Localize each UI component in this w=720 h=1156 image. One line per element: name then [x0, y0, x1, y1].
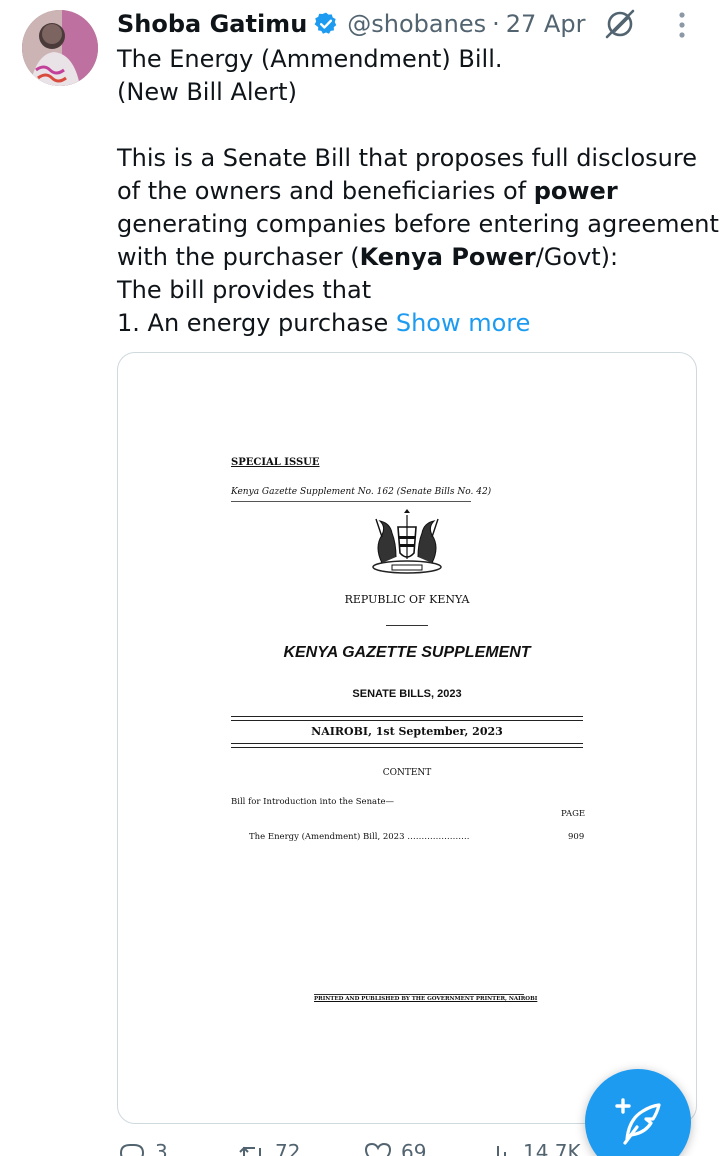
gazette-supplement-number: Kenya Gazette Supplement No. 162 (Senate… [231, 487, 492, 497]
reply-button[interactable]: 3 [117, 1140, 168, 1156]
tweet-text: The Energy (Ammendment) Bill. (New Bill … [117, 43, 720, 340]
date-line: NAIROBI, 1st September, 2023 [311, 725, 503, 738]
republic-label: REPUBLIC OF KENYA [344, 593, 470, 606]
divider [231, 501, 471, 502]
like-count: 69 [401, 1140, 427, 1156]
text-line: The Energy (Ammendment) Bill. [117, 45, 503, 73]
verified-badge-icon [313, 11, 339, 37]
avatar[interactable] [22, 10, 98, 86]
handle[interactable]: @shobanes [347, 10, 486, 38]
views-button[interactable]: 14.7K [485, 1140, 581, 1156]
special-issue-label: SPECIAL ISSUE [231, 457, 320, 468]
text-line-blank [117, 109, 713, 142]
toc-page-number: 909 [568, 832, 585, 842]
text-segment: with the purchaser ( [117, 243, 360, 271]
text-line: generating companies before entering agr… [117, 210, 720, 238]
document-title: KENYA GAZETTE SUPPLEMENT [283, 644, 531, 661]
media-image[interactable]: SPECIAL ISSUE Kenya Gazette Supplement N… [117, 352, 697, 1124]
text-line: 1. An energy purchase Show more [117, 307, 713, 340]
heart-icon [364, 1142, 392, 1156]
toc-entry: The Energy (Amendment) Bill, 2023 ………………… [249, 832, 470, 842]
action-bar: 3 72 69 14.7K [117, 1140, 597, 1156]
bold-keyword-kenya-power: Kenya Power [359, 243, 536, 271]
coat-of-arms-icon [372, 509, 442, 574]
views-count: 14.7K [523, 1140, 581, 1156]
compose-post-icon [615, 1098, 661, 1145]
like-button[interactable]: 69 [363, 1140, 426, 1156]
double-rule [231, 743, 583, 748]
reply-count: 3 [155, 1140, 168, 1156]
document-subtitle: SENATE BILLS, 2023 [352, 688, 462, 700]
printer-footer: PRINTED AND PUBLISHED BY THE GOVERNMENT … [314, 996, 538, 1002]
text-segment: /Govt): [535, 243, 619, 271]
text-line: of the owners and beneficiaries of power [117, 175, 713, 208]
reply-icon [119, 1144, 145, 1156]
more-vertical-icon[interactable] [666, 8, 698, 40]
text-segment: of the owners and beneficiaries of [117, 177, 534, 205]
timestamp[interactable]: 27 Apr [506, 10, 586, 38]
page-label: PAGE [561, 809, 586, 819]
text-line: with the purchaser (Kenya Power/Govt): [117, 241, 713, 274]
text-line: This is a Senate Bill that proposes full… [117, 144, 697, 172]
views-icon [490, 1146, 506, 1156]
content-heading: CONTENT [382, 768, 432, 778]
tweet-header: Shoba Gatimu @shobanes · 27 Apr [117, 6, 597, 42]
separator-dot: · [492, 10, 500, 38]
display-name[interactable]: Shoba Gatimu [117, 10, 307, 38]
double-rule [231, 716, 583, 721]
retweet-button[interactable]: 72 [237, 1140, 300, 1156]
text-line: The bill provides that [117, 276, 372, 304]
retweet-icon [239, 1146, 261, 1156]
text-segment: 1. An energy purchase [117, 309, 396, 337]
show-more-link[interactable]: Show more [396, 309, 531, 337]
grok-icon[interactable] [602, 6, 638, 42]
divider [386, 625, 428, 626]
text-line: (New Bill Alert) [117, 78, 297, 106]
gazette-document: SPECIAL ISSUE Kenya Gazette Supplement N… [118, 353, 696, 1123]
retweet-count: 72 [275, 1140, 301, 1156]
tweet[interactable]: Shoba Gatimu @shobanes · 27 Apr The Ener… [0, 0, 720, 1156]
bill-for-label: Bill for Introduction into the Senate— [231, 797, 395, 807]
divider [314, 994, 524, 995]
bold-keyword-power: power [533, 177, 618, 205]
